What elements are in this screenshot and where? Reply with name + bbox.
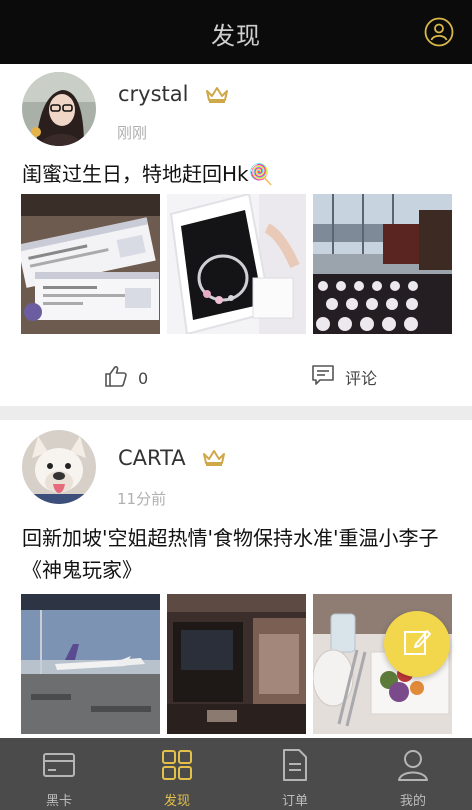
- airport-lounge-photo[interactable]: [313, 194, 452, 334]
- feed-post: CARTA 11分前 回新加坡'空姐超热情'食物保持水准'重温小李子《神鬼玩家》: [0, 420, 472, 738]
- tab-orders[interactable]: 订单: [236, 738, 354, 810]
- cabin-seat-photo[interactable]: [167, 594, 306, 734]
- post-time: 11分前: [117, 490, 167, 508]
- thumbs-up-icon: [104, 364, 128, 392]
- document-icon: [278, 748, 312, 782]
- username[interactable]: CARTA: [118, 446, 186, 470]
- tab-label: 我的: [399, 794, 426, 809]
- like-button[interactable]: 0: [104, 364, 148, 392]
- tab-label: 发现: [163, 794, 190, 809]
- page-title: 发现: [211, 22, 261, 50]
- avatar[interactable]: [22, 72, 96, 146]
- like-count: 0: [138, 368, 149, 388]
- post-actions: 0 评论: [0, 362, 472, 398]
- crown-icon: [205, 86, 229, 104]
- photo-grid: [21, 594, 452, 734]
- boarding-passes-photo[interactable]: [21, 194, 160, 334]
- user-circle-icon[interactable]: [424, 17, 454, 47]
- photo-grid: [21, 194, 452, 334]
- post-text: 闺蜜过生日，特地赶回Hk🍭: [22, 162, 274, 186]
- grid-icon: [160, 748, 194, 782]
- compose-button[interactable]: [384, 611, 450, 677]
- username[interactable]: crystal: [118, 82, 189, 106]
- top-nav-bar: 发现: [0, 0, 472, 64]
- tab-discover[interactable]: 发现: [118, 738, 236, 810]
- crown-icon: [202, 449, 226, 467]
- edit-icon: [402, 627, 432, 661]
- post-text: 回新加坡'空姐超热情'食物保持水准'重温小李子《神鬼玩家》: [22, 526, 439, 582]
- post-time: 刚刚: [117, 124, 148, 142]
- tab-mine[interactable]: 我的: [354, 738, 472, 810]
- person-icon: [396, 748, 430, 782]
- card-icon: [42, 748, 76, 782]
- avatar[interactable]: [22, 430, 96, 504]
- comment-icon: [311, 364, 335, 390]
- tab-label: 黑卡: [45, 794, 72, 809]
- comment-button[interactable]: 评论: [311, 364, 377, 390]
- comment-label: 评论: [345, 369, 378, 388]
- bracelet-gift-box-photo[interactable]: [167, 194, 306, 334]
- tab-black-card[interactable]: 黑卡: [0, 738, 118, 810]
- feed-post: crystal 刚刚 闺蜜过生日，特地赶回Hk🍭 0 评论: [0, 64, 472, 406]
- bottom-tab-bar: 黑卡 发现 订单 我的: [0, 738, 472, 810]
- airport-tarmac-photo[interactable]: [21, 594, 160, 734]
- tab-label: 订单: [281, 794, 308, 809]
